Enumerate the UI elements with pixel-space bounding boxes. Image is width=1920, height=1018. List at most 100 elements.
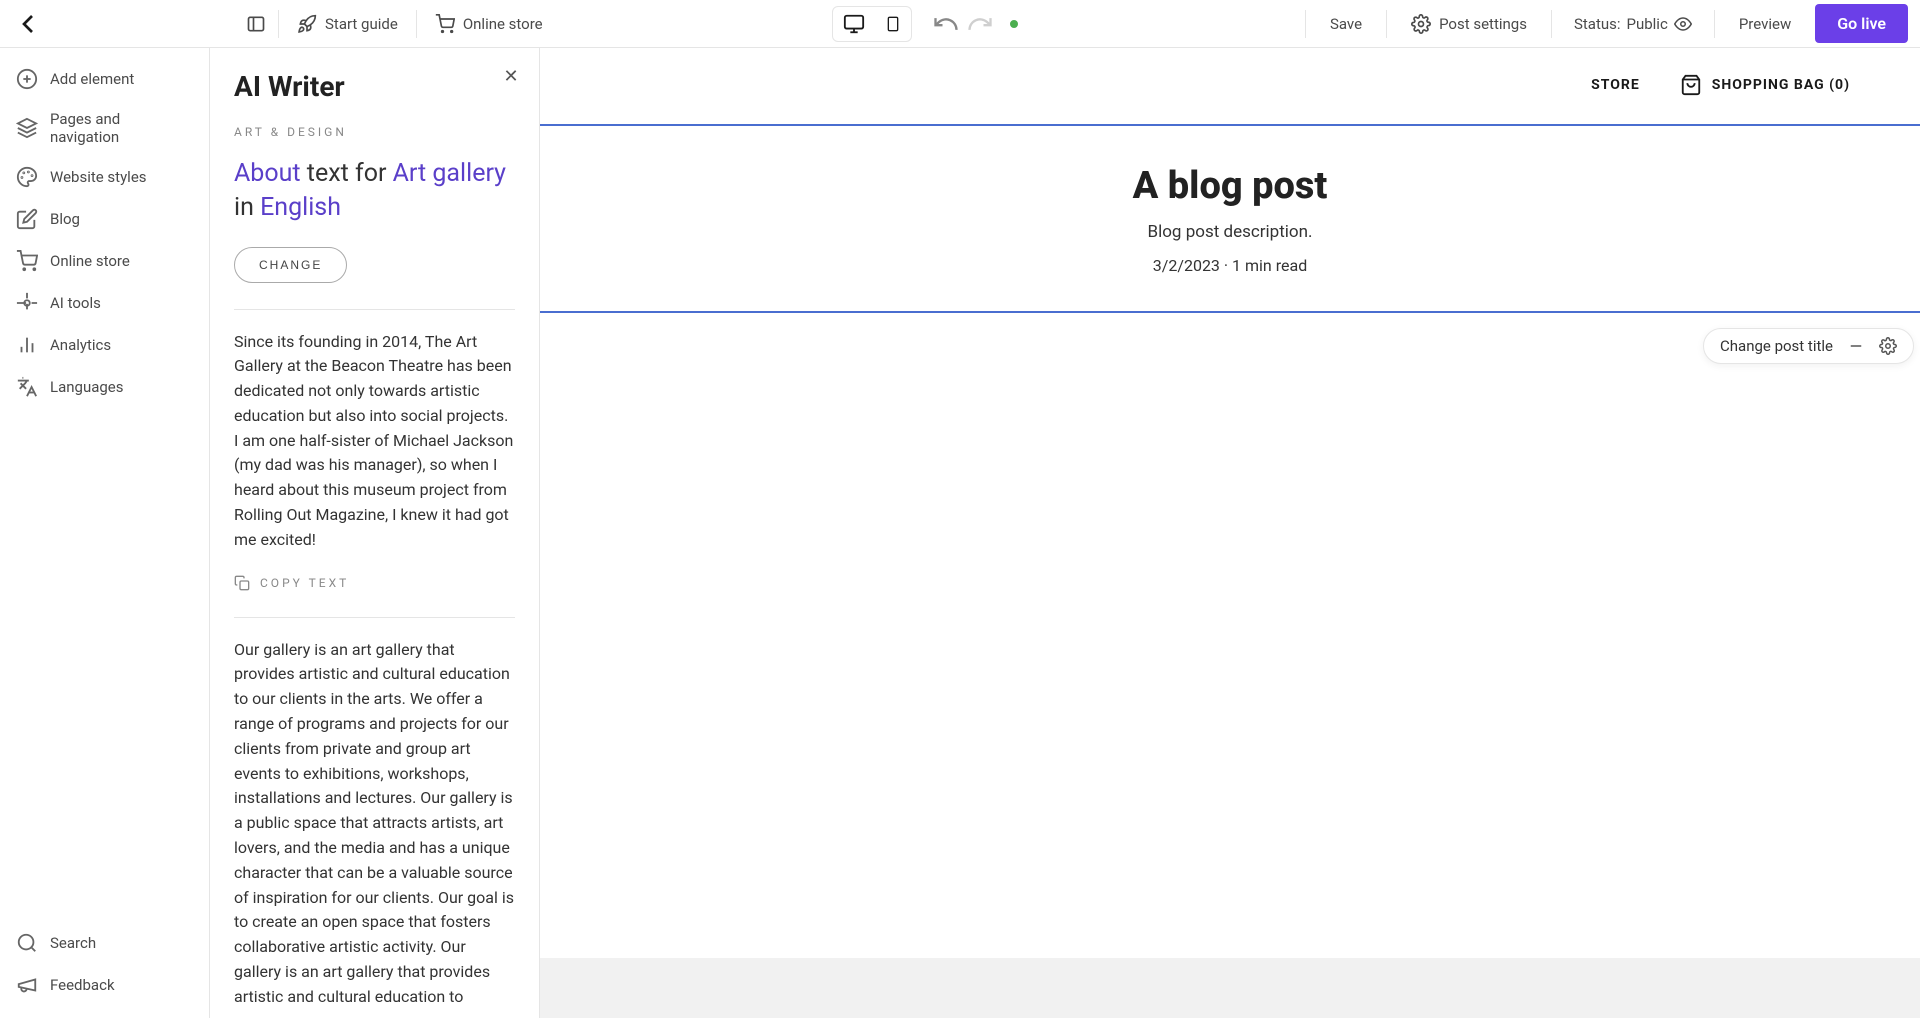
- plus-circle-icon: [16, 68, 38, 90]
- bar-chart-icon: [16, 334, 38, 356]
- rocket-icon: [297, 14, 317, 34]
- canvas: STORE SHOPPING BAG (0) A blog post Blog …: [540, 48, 1920, 1018]
- online-store-top-label: Online store: [463, 15, 543, 33]
- sidebar-item-label: Add element: [50, 70, 134, 88]
- undo-button[interactable]: [932, 10, 960, 38]
- sidebar-bottom: Search Feedback: [0, 914, 209, 1018]
- sidebar-item-blog[interactable]: Blog: [0, 198, 209, 240]
- start-guide-button[interactable]: Start guide: [287, 8, 408, 40]
- sidebar-item-online-store[interactable]: Online store: [0, 240, 209, 282]
- topbar-right: Save Post settings Status: Public Preview…: [1297, 4, 1908, 43]
- copy-text-button[interactable]: COPY TEXT: [234, 575, 515, 591]
- divider: [1305, 10, 1306, 38]
- sidebar-list: Add element Pages and navigation Website…: [0, 48, 209, 914]
- sidebar-item-label: Online store: [50, 252, 130, 270]
- sidebar-item-analytics[interactable]: Analytics: [0, 324, 209, 366]
- close-icon: ✕: [503, 66, 518, 87]
- ai-headline-language: English: [260, 193, 341, 222]
- gear-icon: [1411, 14, 1431, 34]
- status-indicator[interactable]: Status: Public: [1566, 15, 1700, 33]
- topbar: Start guide Online store Save Post sett: [0, 0, 1920, 48]
- post-title: A blog post: [540, 164, 1920, 208]
- ai-panel-title: AI Writer: [234, 70, 515, 103]
- change-button[interactable]: CHANGE: [234, 247, 347, 283]
- ai-headline-about: About: [234, 159, 301, 188]
- mobile-view-button[interactable]: [877, 10, 909, 38]
- close-panel-button[interactable]: ✕: [501, 66, 521, 86]
- eye-icon: [1674, 15, 1692, 33]
- megaphone-icon: [16, 974, 38, 996]
- sidebar-feedback-label: Feedback: [50, 976, 115, 994]
- copy-text-label: COPY TEXT: [260, 576, 349, 590]
- online-store-top-button[interactable]: Online store: [425, 8, 553, 40]
- sidebar-item-pages[interactable]: Pages and navigation: [0, 100, 209, 156]
- ai-headline: About text for Art gallery in English: [234, 157, 515, 225]
- start-guide-label: Start guide: [325, 15, 398, 33]
- gear-icon[interactable]: [1879, 337, 1897, 355]
- blog-post-section[interactable]: A blog post Blog post description. 3/2/2…: [540, 124, 1920, 313]
- preview-button[interactable]: Preview: [1729, 9, 1801, 39]
- main-layout: Add element Pages and navigation Website…: [0, 48, 1920, 1018]
- sidebar-item-label: Website styles: [50, 168, 147, 186]
- go-live-label: Go live: [1837, 14, 1886, 33]
- store-label: STORE: [1591, 77, 1640, 93]
- toggle-panel-button[interactable]: [242, 8, 270, 40]
- sidebar-item-label: Analytics: [50, 336, 111, 354]
- shopping-bag-label: SHOPPING BAG (0): [1712, 77, 1850, 93]
- minimize-icon[interactable]: [1847, 337, 1865, 355]
- divider: [416, 10, 417, 38]
- save-label: Save: [1330, 15, 1362, 33]
- panel-toggle-icon: [246, 14, 266, 34]
- sidebar-search-label: Search: [50, 934, 96, 952]
- redo-button[interactable]: [966, 10, 994, 38]
- sidebar-search[interactable]: Search: [0, 922, 209, 964]
- preview-label: Preview: [1739, 15, 1791, 33]
- sidebar-item-add-element[interactable]: Add element: [0, 58, 209, 100]
- ai-generated-text-1: Since its founding in 2014, The Art Gall…: [234, 330, 515, 553]
- sidebar-item-languages[interactable]: Languages: [0, 366, 209, 408]
- gear-icon: [16, 292, 38, 314]
- sidebar-item-label: Pages and navigation: [50, 110, 193, 146]
- sidebar-item-label: Languages: [50, 378, 124, 396]
- sidebar-item-label: AI tools: [50, 294, 101, 312]
- status-value: Public: [1627, 15, 1668, 33]
- undo-redo-group: [932, 10, 994, 38]
- section-toolbar-label[interactable]: Change post title: [1720, 337, 1833, 355]
- divider: [1714, 10, 1715, 38]
- desktop-view-button[interactable]: [835, 9, 873, 39]
- palette-icon: [16, 166, 38, 188]
- divider: [1386, 10, 1387, 38]
- ai-generated-text-2: Our gallery is an art gallery that provi…: [234, 638, 515, 1010]
- back-button[interactable]: [12, 8, 44, 40]
- cart-icon: [435, 14, 455, 34]
- divider: [234, 617, 515, 618]
- section-toolbar: Change post title: [1703, 328, 1914, 364]
- desktop-icon: [843, 13, 865, 35]
- status-prefix: Status:: [1574, 15, 1621, 33]
- divider: [278, 10, 279, 38]
- sidebar-feedback[interactable]: Feedback: [0, 964, 209, 1006]
- shopping-bag-button[interactable]: SHOPPING BAG (0): [1680, 74, 1850, 96]
- save-status-indicator: [1010, 20, 1018, 28]
- topbar-center: [553, 6, 1297, 42]
- store-header: STORE SHOPPING BAG (0): [540, 48, 1920, 116]
- cart-icon: [16, 250, 38, 272]
- sidebar-item-styles[interactable]: Website styles: [0, 156, 209, 198]
- save-button[interactable]: Save: [1320, 9, 1372, 39]
- sidebar-item-ai-tools[interactable]: AI tools: [0, 282, 209, 324]
- post-settings-button[interactable]: Post settings: [1401, 8, 1537, 40]
- device-toggle: [832, 6, 912, 42]
- post-description: Blog post description.: [540, 222, 1920, 242]
- ai-category-label: ART & DESIGN: [234, 125, 515, 139]
- go-live-button[interactable]: Go live: [1815, 4, 1908, 43]
- store-nav-link[interactable]: STORE: [1591, 77, 1640, 93]
- post-settings-label: Post settings: [1439, 15, 1527, 33]
- change-button-label: CHANGE: [259, 258, 322, 272]
- copy-icon: [234, 575, 250, 591]
- layers-icon: [16, 117, 38, 139]
- mobile-icon: [885, 14, 901, 34]
- canvas-footer-section[interactable]: [540, 958, 1920, 1018]
- ai-headline-text-for: text for: [301, 159, 393, 188]
- post-meta: 3/2/2023 · 1 min read: [540, 256, 1920, 275]
- sidebar: Add element Pages and navigation Website…: [0, 48, 210, 1018]
